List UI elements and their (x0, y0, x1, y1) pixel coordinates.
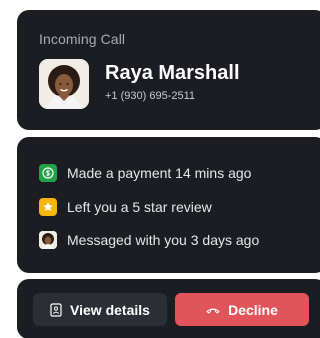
activity-item-payment: Made a payment 14 mins ago (39, 164, 251, 182)
activity-text: Messaged with you 3 days ago (67, 232, 260, 248)
hang-up-icon (206, 306, 220, 314)
decline-button[interactable]: Decline (175, 293, 309, 326)
star-icon (39, 198, 57, 216)
activity-card: Made a payment 14 mins ago Left you a 5 … (17, 137, 320, 273)
caller-name: Raya Marshall (105, 62, 240, 84)
view-details-label: View details (70, 301, 150, 318)
call-actions-card: View details Decline (17, 279, 320, 338)
caller-phone: +1 (930) 695-2511 (105, 90, 196, 102)
avatar-icon (39, 231, 57, 249)
dollar-icon (39, 164, 57, 182)
incoming-call-card: Incoming Call Raya Marshall +1 (930) 695… (17, 10, 320, 130)
activity-text: Made a payment 14 mins ago (67, 165, 252, 181)
activity-text: Left you a 5 star review (67, 199, 212, 215)
activity-item-review: Left you a 5 star review (39, 198, 212, 216)
contact-card-icon (50, 302, 62, 317)
activity-item-message: Messaged with you 3 days ago (39, 231, 259, 249)
caller-avatar (39, 59, 89, 109)
decline-label: Decline (228, 301, 278, 318)
view-details-button[interactable]: View details (33, 293, 167, 326)
call-status-label: Incoming Call (39, 31, 126, 47)
